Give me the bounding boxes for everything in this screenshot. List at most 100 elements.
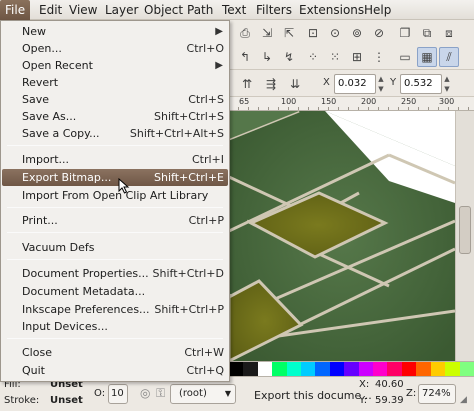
vertical-scroll-thumb[interactable] [459,206,471,254]
menu-item-save-as[interactable]: Save As... Shift+Ctrl+S [2,108,228,125]
menu-extensions[interactable]: Extensions [297,0,366,20]
node-tool-icon[interactable]: ↰ [235,47,255,67]
guides-toggle-icon[interactable]: ⫽ [439,47,459,67]
layer-selector[interactable]: (root) ▼ [170,384,236,404]
menu-separator [7,207,223,208]
status-message: Export this docume... [254,389,372,402]
menu-item-save[interactable]: Save Ctrl+S [2,91,228,108]
align-icon[interactable]: ⇶ [261,74,281,94]
color-swatch[interactable] [358,362,374,376]
zoom-fit-icon[interactable]: ⊡ [303,23,323,43]
ruler-tick: 100 [281,97,297,106]
y-coordinate-input[interactable]: 0.532 [400,74,442,94]
menu-item-quit[interactable]: Quit Ctrl+Q [2,362,228,379]
menu-item-document-properties[interactable]: Document Properties... Shift+Ctrl+D [2,265,228,282]
color-swatch[interactable] [387,362,402,376]
menu-item-print[interactable]: Print... Ctrl+P [2,212,228,229]
zoom-width-icon[interactable]: ⊘ [369,23,389,43]
status-bar: Fill: Unset Stroke: Unset O: 10 ◎ ⚿ (roo… [0,377,474,411]
menu-item-close[interactable]: Close Ctrl+W [2,344,228,361]
guide-icon[interactable]: ⋮ [369,47,389,67]
tool-controls-bar: ⇈ ⇶ ⇊ X 0.032 ▲ ▼ Y 0.532 ▲ ▼ [229,71,474,97]
cursor-x-label: X: [359,379,370,390]
zoom-input[interactable]: 724% [418,384,456,404]
color-swatch[interactable] [416,362,431,376]
x-spinner[interactable]: ▲ ▼ [376,74,386,94]
opacity-input[interactable]: 10 [108,384,128,404]
zoom-drawing-icon[interactable]: ⊙ [325,23,345,43]
raise-to-top-icon[interactable]: ⇈ [237,74,257,94]
color-swatch[interactable] [257,362,273,376]
color-swatch[interactable] [430,362,446,376]
menu-filters[interactable]: Filters [254,0,294,20]
color-swatch[interactable] [373,362,388,376]
color-swatch[interactable] [272,362,287,376]
menu-help[interactable]: Help [362,0,393,20]
menu-item-save-copy[interactable]: Save a Copy... Shift+Ctrl+Alt+S [2,125,228,142]
color-swatch[interactable] [301,362,316,376]
color-swatch[interactable] [344,362,359,376]
color-swatch[interactable] [286,362,302,376]
menu-view[interactable]: View [67,0,99,20]
color-swatch[interactable] [243,362,258,376]
menu-object[interactable]: Object [142,0,185,20]
menu-item-import[interactable]: Import... Ctrl+I [2,151,228,168]
menu-separator [7,232,223,233]
menu-item-export-bitmap[interactable]: Export Bitmap... Shift+Ctrl+E [2,169,228,186]
unlink-clone-icon[interactable]: ⧈ [439,23,459,43]
menu-path[interactable]: Path [185,0,215,20]
horizontal-ruler[interactable]: 65 100 150 200 250 300 [229,97,474,111]
stroke-value[interactable]: Unset [50,395,83,406]
clone-icon[interactable]: ⧉ [417,23,437,43]
commands-toolbar: ⎙ ⇲ ⇱ ⊡ ⊙ ⊚ ⊘ ❐ ⧉ ⧈ ↰ ↳ ↯ ⁘ ⁙ ⊞ ⋮ ▭ ▦ ⫽ [229,20,474,70]
menu-item-open[interactable]: Open... Ctrl+O [2,40,228,57]
menu-item-open-recent[interactable]: Open Recent ▶ [2,57,228,74]
mouse-pointer-icon [118,178,130,194]
lower-to-bottom-icon[interactable]: ⇊ [285,74,305,94]
grid-toggle-icon[interactable]: ▦ [417,47,437,67]
page-border-icon[interactable]: ▭ [395,47,415,67]
stroke-label: Stroke: [4,395,40,406]
file-menu-dropdown: New ▶ Open... Ctrl+O Open Recent ▶ Rever… [0,20,230,382]
color-swatch[interactable] [229,362,244,376]
menu-item-document-metadata[interactable]: Document Metadata... [2,283,228,300]
zoom-label: Z: [406,388,417,399]
path-union-icon[interactable]: ↯ [279,47,299,67]
menu-file[interactable]: File [0,0,31,20]
group-icon[interactable]: ⁘ [303,47,323,67]
menu-text[interactable]: Text [220,0,248,20]
menu-item-input-devices[interactable]: Input Devices... [2,318,228,335]
ungroup-icon[interactable]: ⁙ [325,47,345,67]
color-swatch[interactable] [401,362,417,376]
color-swatch[interactable] [445,362,460,376]
menu-item-revert[interactable]: Revert [2,74,228,91]
x-coordinate-input[interactable]: 0.032 [334,74,376,94]
menu-layer[interactable]: Layer [103,0,140,20]
bezier-icon[interactable]: ↳ [257,47,277,67]
zoom-page-icon[interactable]: ⊚ [347,23,367,43]
cursor-y-label: Y: [359,395,368,406]
snap-icon[interactable]: ⊞ [347,47,367,67]
tile-artwork [229,111,455,361]
menu-item-inkscape-preferences[interactable]: Inkscape Preferences... Shift+Ctrl+P [2,301,228,318]
vertical-scrollbar[interactable] [455,111,474,361]
resize-grip-icon[interactable]: ◢ [460,395,467,405]
layer-visibility-icon[interactable]: ◎ [140,386,150,400]
import-icon[interactable]: ⇲ [257,23,277,43]
layer-lock-icon[interactable]: ⚿ [156,386,165,401]
y-spinner[interactable]: ▲ ▼ [442,74,452,94]
export-icon[interactable]: ⇱ [279,23,299,43]
layer-value: (root) [179,388,207,399]
menu-edit[interactable]: Edit [37,0,64,20]
menu-item-new[interactable]: New ▶ [2,23,228,40]
color-swatch[interactable] [459,362,474,376]
y-label: Y [390,77,397,88]
color-swatch[interactable] [329,362,345,376]
menu-separator [7,145,223,146]
duplicate-icon[interactable]: ❐ [395,23,415,43]
color-swatch[interactable] [315,362,330,376]
print-icon[interactable]: ⎙ [235,23,255,43]
menu-item-import-clip-art[interactable]: Import From Open Clip Art Library [2,187,228,204]
drawing-canvas[interactable] [229,111,455,361]
menu-item-vacuum-defs[interactable]: Vacuum Defs [2,239,228,256]
